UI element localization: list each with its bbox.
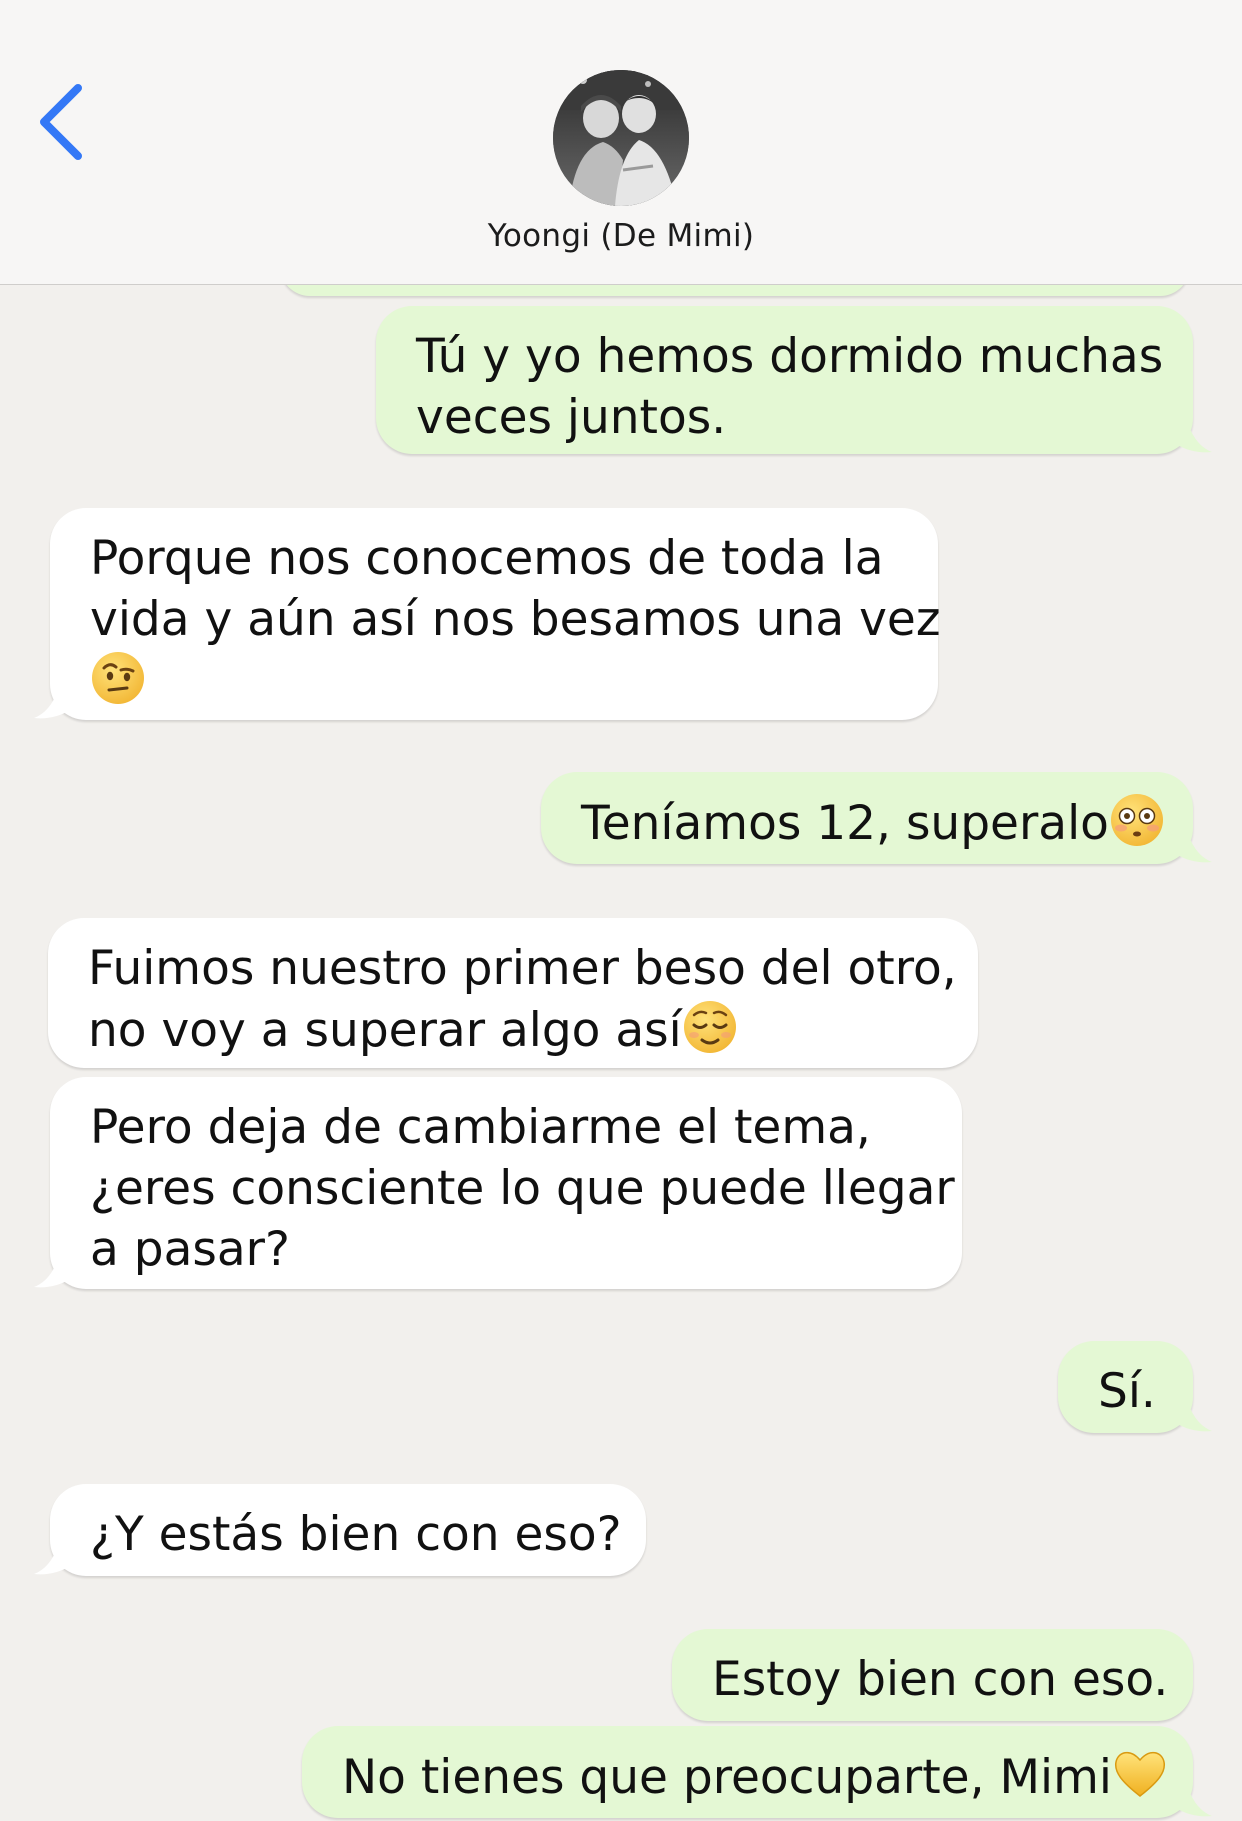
bubble-tail xyxy=(34,1546,70,1575)
message-text-line: Fuimos nuestro primer beso del otro, xyxy=(88,941,957,996)
back-button[interactable] xyxy=(34,82,94,162)
incoming-message-bubble[interactable]: ¿Y estás bien con eso? xyxy=(50,1484,646,1576)
avatar[interactable] xyxy=(553,70,689,206)
contact-name[interactable]: Yoongi (De Mimi) xyxy=(0,218,1242,254)
message-text: No tienes que preocuparte, Mimi xyxy=(342,1750,1112,1805)
face-with-raised-eyebrow-icon xyxy=(92,652,144,704)
message-text: Teníamos 12, superalo xyxy=(581,796,1109,851)
flushed-face-icon xyxy=(1110,794,1163,846)
chevron-left-icon xyxy=(40,84,82,160)
message-text-line: a pasar? xyxy=(90,1222,290,1277)
bubble-tail xyxy=(1176,1403,1212,1432)
outgoing-message-bubble[interactable]: Tú y yo hemos dormido muchas veces junto… xyxy=(376,306,1193,454)
message-text-line: veces juntos. xyxy=(416,390,727,445)
message-text: Estoy bien con eso. xyxy=(712,1652,1169,1707)
relieved-face-icon xyxy=(683,1001,736,1053)
bubble-tail xyxy=(1176,1788,1212,1817)
bubble-tail xyxy=(1176,834,1212,863)
message-text-line: ¿eres consciente lo que puede llegar xyxy=(90,1161,955,1216)
message-text: ¿Y estás bien con eso? xyxy=(90,1507,622,1562)
message-text-line: Porque nos conocemos de toda la xyxy=(90,531,884,586)
chat-header: Yoongi (De Mimi) xyxy=(0,0,1242,285)
incoming-message-bubble[interactable]: Porque nos conocemos de toda la vida y a… xyxy=(50,508,941,720)
outgoing-message-bubble[interactable]: Sí. xyxy=(1058,1341,1193,1433)
bubble-tail xyxy=(34,690,70,719)
message-text-line: no voy a superar algo así xyxy=(88,1003,682,1058)
bubble-tail xyxy=(34,1259,70,1288)
bubble-tail xyxy=(1176,424,1212,453)
message-text-line: Pero deja de cambiarme el tema, xyxy=(90,1100,871,1155)
outgoing-message-bubble[interactable]: Estoy bien con eso. xyxy=(672,1629,1193,1721)
outgoing-message-bubble[interactable]: Teníamos 12, superalo xyxy=(541,772,1193,864)
outgoing-message-bubble[interactable]: No tienes que preocuparte, Mimi xyxy=(302,1726,1193,1818)
avatar-photo xyxy=(553,70,689,206)
incoming-message-bubble[interactable]: Fuimos nuestro primer beso del otro, no … xyxy=(48,918,978,1068)
message-text-line: vida y aún así nos besamos una vez xyxy=(90,592,941,647)
yellow-heart-icon xyxy=(1114,1751,1165,1797)
incoming-message-bubble[interactable]: Pero deja de cambiarme el tema, ¿eres co… xyxy=(50,1077,962,1289)
message-text-line: Tú y yo hemos dormido muchas xyxy=(416,329,1164,384)
message-text: Sí. xyxy=(1098,1364,1156,1419)
